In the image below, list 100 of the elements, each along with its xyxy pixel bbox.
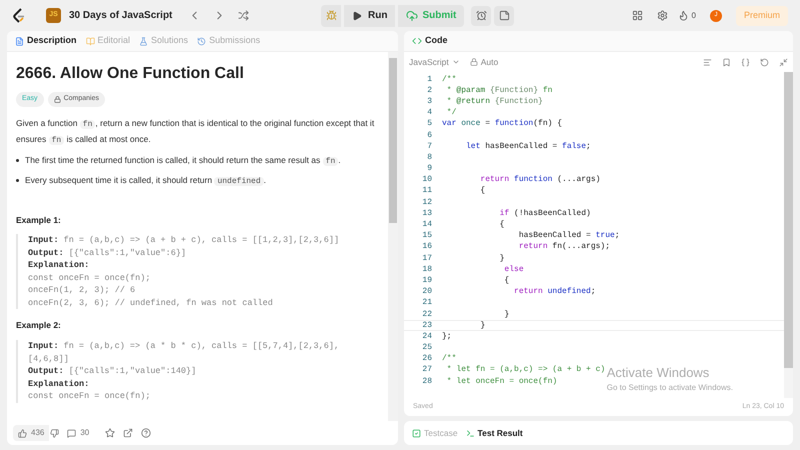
example-label: Output:: [28, 365, 64, 378]
example-value: fn = (a,b,c) => (a * b * c), calls = [[5,7,4],[2,3,6],: [64, 340, 340, 352]
line-number: 5: [426, 118, 432, 130]
description-text: Every subsequent time it is called, it should return undefined .: [25, 174, 266, 188]
line-number: 18: [421, 264, 432, 276]
submit-button[interactable]: Submit: [398, 4, 464, 26]
debug-button[interactable]: [321, 4, 341, 26]
code-line: let hasBeenCalled = false;: [465, 140, 591, 153]
logo-icon[interactable]: [12, 8, 26, 24]
code-line: /**: [442, 74, 456, 86]
premium-button[interactable]: Premium: [736, 6, 788, 26]
code-line: if (!hasBeenCalled): [498, 208, 591, 220]
shuffle-icon[interactable]: [238, 10, 250, 21]
example-heading: Example 1:: [16, 214, 62, 226]
line-number: 21: [421, 297, 432, 310]
line-number: 23: [421, 320, 432, 332]
timer-button[interactable]: [471, 6, 492, 26]
code-line: else: [503, 264, 524, 276]
line-number: 24: [421, 330, 432, 343]
panel-tab[interactable]: Submissions: [197, 34, 260, 48]
example-value: fn = (a,b,c) => (a + b + c), calls = [[1,2,3],[2,3,6]]: [64, 234, 340, 247]
braces-icon[interactable]: [741, 58, 750, 66]
code-line: * @param {Function} fn: [446, 84, 552, 97]
line-number: 10: [421, 174, 432, 186]
notes-button[interactable]: [494, 6, 514, 26]
document-icon: [15, 36, 24, 46]
example-line: onceFn(2, 3, 6); // undefined, fn was not called: [28, 296, 274, 310]
panel-tab[interactable]: Test Result: [466, 426, 523, 440]
example-line: onceFn(1, 2, 3); // 6: [28, 284, 136, 297]
problem-title: 2666. Allow One Function Call: [16, 64, 245, 84]
line-number: 11: [421, 185, 432, 198]
code-line: * @return {Function}: [446, 96, 543, 108]
line-number: 27: [421, 364, 432, 376]
dislike-icon[interactable]: [50, 428, 60, 438]
line-number: 4: [426, 107, 432, 120]
description-text: The first time the returned function is called, it should return the same result as fn .: [25, 154, 341, 168]
line-number: 19: [421, 274, 432, 287]
code-line: * let fn = (a,b,c) => (a + b + c): [446, 364, 606, 376]
like-button[interactable]: 436: [13, 425, 50, 441]
line-number: 2: [426, 84, 432, 97]
format-icon[interactable]: [703, 58, 712, 66]
share-icon[interactable]: [123, 428, 134, 438]
alarm-clock-icon: [476, 10, 487, 21]
flame-icon[interactable]: [678, 10, 689, 21]
lock-icon: [470, 58, 478, 66]
bullet-icon: [16, 178, 19, 182]
code-line: return undefined;: [513, 286, 596, 298]
lock-icon: [54, 96, 61, 103]
bookmark-icon[interactable]: [722, 58, 731, 66]
code-line: }: [503, 308, 510, 321]
line-number: 15: [421, 230, 432, 242]
code-line: /**: [442, 353, 456, 365]
code-line: var once = function(fn) {: [442, 118, 562, 130]
scrollbar[interactable]: [388, 52, 398, 421]
settings-icon[interactable]: [656, 10, 668, 21]
code-line: return function (...args): [479, 174, 600, 186]
reset-icon[interactable]: [760, 58, 769, 66]
checkbox-icon: [412, 428, 421, 438]
thumbs-up-icon: [18, 428, 27, 438]
cloud-upload-icon: [406, 10, 418, 22]
auto-mode[interactable]: Auto: [470, 56, 498, 68]
panel-tab[interactable]: Testcase: [412, 426, 458, 440]
book-icon: [86, 36, 95, 46]
code-line: {: [479, 185, 486, 198]
panel-tab[interactable]: Editorial: [86, 34, 130, 48]
star-icon[interactable]: [105, 428, 116, 438]
panel-tab[interactable]: Solutions: [139, 34, 188, 48]
example-value: [{"calls":1,"value":140}]: [68, 365, 196, 378]
streak-count: 0: [692, 10, 696, 22]
line-number: 6: [426, 130, 432, 142]
comments-button[interactable]: 30: [67, 427, 90, 439]
example-label: Output:: [28, 246, 64, 260]
code-line: */: [446, 107, 456, 120]
code-icon: [412, 36, 422, 46]
flask-icon: [139, 36, 148, 46]
code-line: {: [503, 274, 510, 287]
scrollbar[interactable]: [784, 72, 793, 398]
study-plan-title[interactable]: 30 Days of JavaScript: [69, 8, 172, 23]
line-number: 28: [421, 376, 432, 388]
collapse-icon[interactable]: [779, 58, 788, 66]
line-number: 20: [421, 286, 432, 298]
line-number: 1: [426, 74, 432, 86]
line-number: 7: [426, 140, 432, 153]
language-select[interactable]: JavaScript: [409, 56, 460, 68]
line-number: 8: [426, 152, 432, 164]
panel-tab[interactable]: Description: [15, 34, 77, 48]
activation-subtitle: Go to Settings to activate Windows.: [606, 382, 733, 394]
code-line: };: [442, 330, 452, 343]
example-label: Input:: [28, 340, 59, 352]
example-value: [{"calls":1,"value":6}]: [68, 246, 186, 260]
help-icon[interactable]: [141, 428, 152, 438]
line-number: 26: [421, 353, 432, 366]
grid-icon[interactable]: [632, 10, 643, 21]
example-label: Input:: [28, 234, 59, 247]
line-number: 17: [421, 252, 432, 265]
example-label: Explanation:: [28, 378, 90, 390]
example-label: Explanation:: [28, 259, 90, 272]
description-text: Given a function fn , return a new function that is identical to the original function except that it ensures fn is called at most once.: [16, 116, 376, 146]
code-line: * let onceFn = once(fn): [446, 376, 558, 388]
run-button[interactable]: Run: [344, 4, 396, 26]
